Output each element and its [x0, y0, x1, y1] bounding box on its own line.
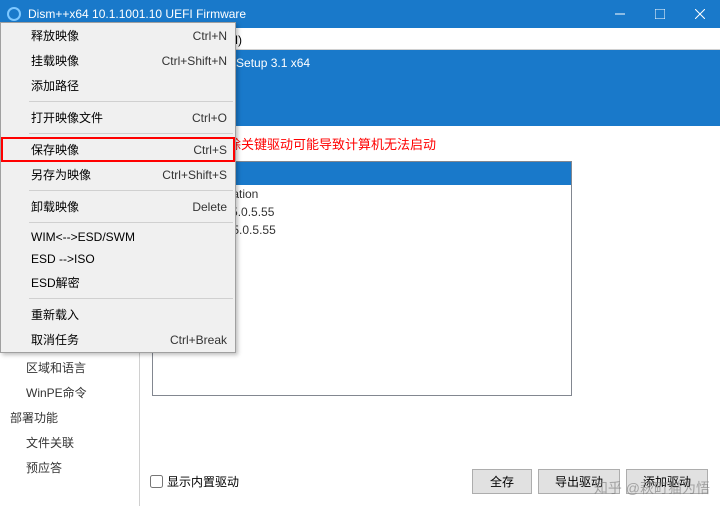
menu-cancel-task[interactable]: 取消任务Ctrl+Break — [1, 327, 235, 352]
checkbox-input[interactable] — [150, 475, 163, 488]
info-line: ndows Setup 3.1 x64 — [198, 54, 712, 72]
menu-save-as-image[interactable]: 另存为映像Ctrl+Shift+S — [1, 162, 235, 187]
menu-esd-iso[interactable]: ESD -->ISO — [1, 248, 235, 270]
menu-esd-decrypt[interactable]: ESD解密 — [1, 270, 235, 295]
menu-open-image-file[interactable]: 打开映像文件Ctrl+O — [1, 105, 235, 130]
app-icon — [6, 6, 22, 22]
maximize-button[interactable] — [640, 0, 680, 28]
info-line: 映像 — [198, 90, 712, 108]
menu-separator — [29, 133, 233, 134]
menu-release-image[interactable]: 释放映像Ctrl+N — [1, 23, 235, 48]
show-builtin-checkbox[interactable]: 显示内置驱动 — [150, 473, 239, 490]
menu-save-image[interactable]: 保存映像Ctrl+S — [1, 137, 235, 162]
menu-separator — [29, 222, 233, 223]
menu-separator — [29, 190, 233, 191]
menu-reload[interactable]: 重新载入 — [1, 302, 235, 327]
info-line: 11 — [198, 72, 712, 90]
info-line: 就绪 — [198, 108, 712, 126]
sidebar-item[interactable]: WinPE命令 — [0, 380, 139, 405]
menu-add-path[interactable]: 添加路径 — [1, 73, 235, 98]
menu-wim-esd-swm[interactable]: WIM<-->ESD/SWM — [1, 226, 235, 248]
menu-separator — [29, 101, 233, 102]
sidebar-item[interactable]: 区域和语言 — [0, 355, 139, 380]
sidebar-item[interactable]: 预应答 — [0, 455, 139, 480]
window-title: Dism++x64 10.1.1001.10 UEFI Firmware — [28, 7, 600, 21]
sidebar-section-header: 部署功能 — [0, 405, 139, 430]
save-all-button[interactable]: 全存 — [472, 469, 532, 494]
menu-unmount-image[interactable]: 卸载映像Delete — [1, 194, 235, 219]
checkbox-label: 显示内置驱动 — [167, 473, 239, 490]
file-menu-dropdown: 释放映像Ctrl+N 挂载映像Ctrl+Shift+N 添加路径 打开映像文件C… — [0, 22, 236, 353]
add-driver-button[interactable]: 添加驱动 — [626, 469, 708, 494]
menu-separator — [29, 298, 233, 299]
export-driver-button[interactable]: 导出驱动 — [538, 469, 620, 494]
menu-mount-image[interactable]: 挂载映像Ctrl+Shift+N — [1, 48, 235, 73]
close-button[interactable] — [680, 0, 720, 28]
minimize-button[interactable] — [600, 0, 640, 28]
bottom-bar: 显示内置驱动 全存 导出驱动 添加驱动 — [150, 469, 708, 494]
sidebar-item[interactable]: 文件关联 — [0, 430, 139, 455]
